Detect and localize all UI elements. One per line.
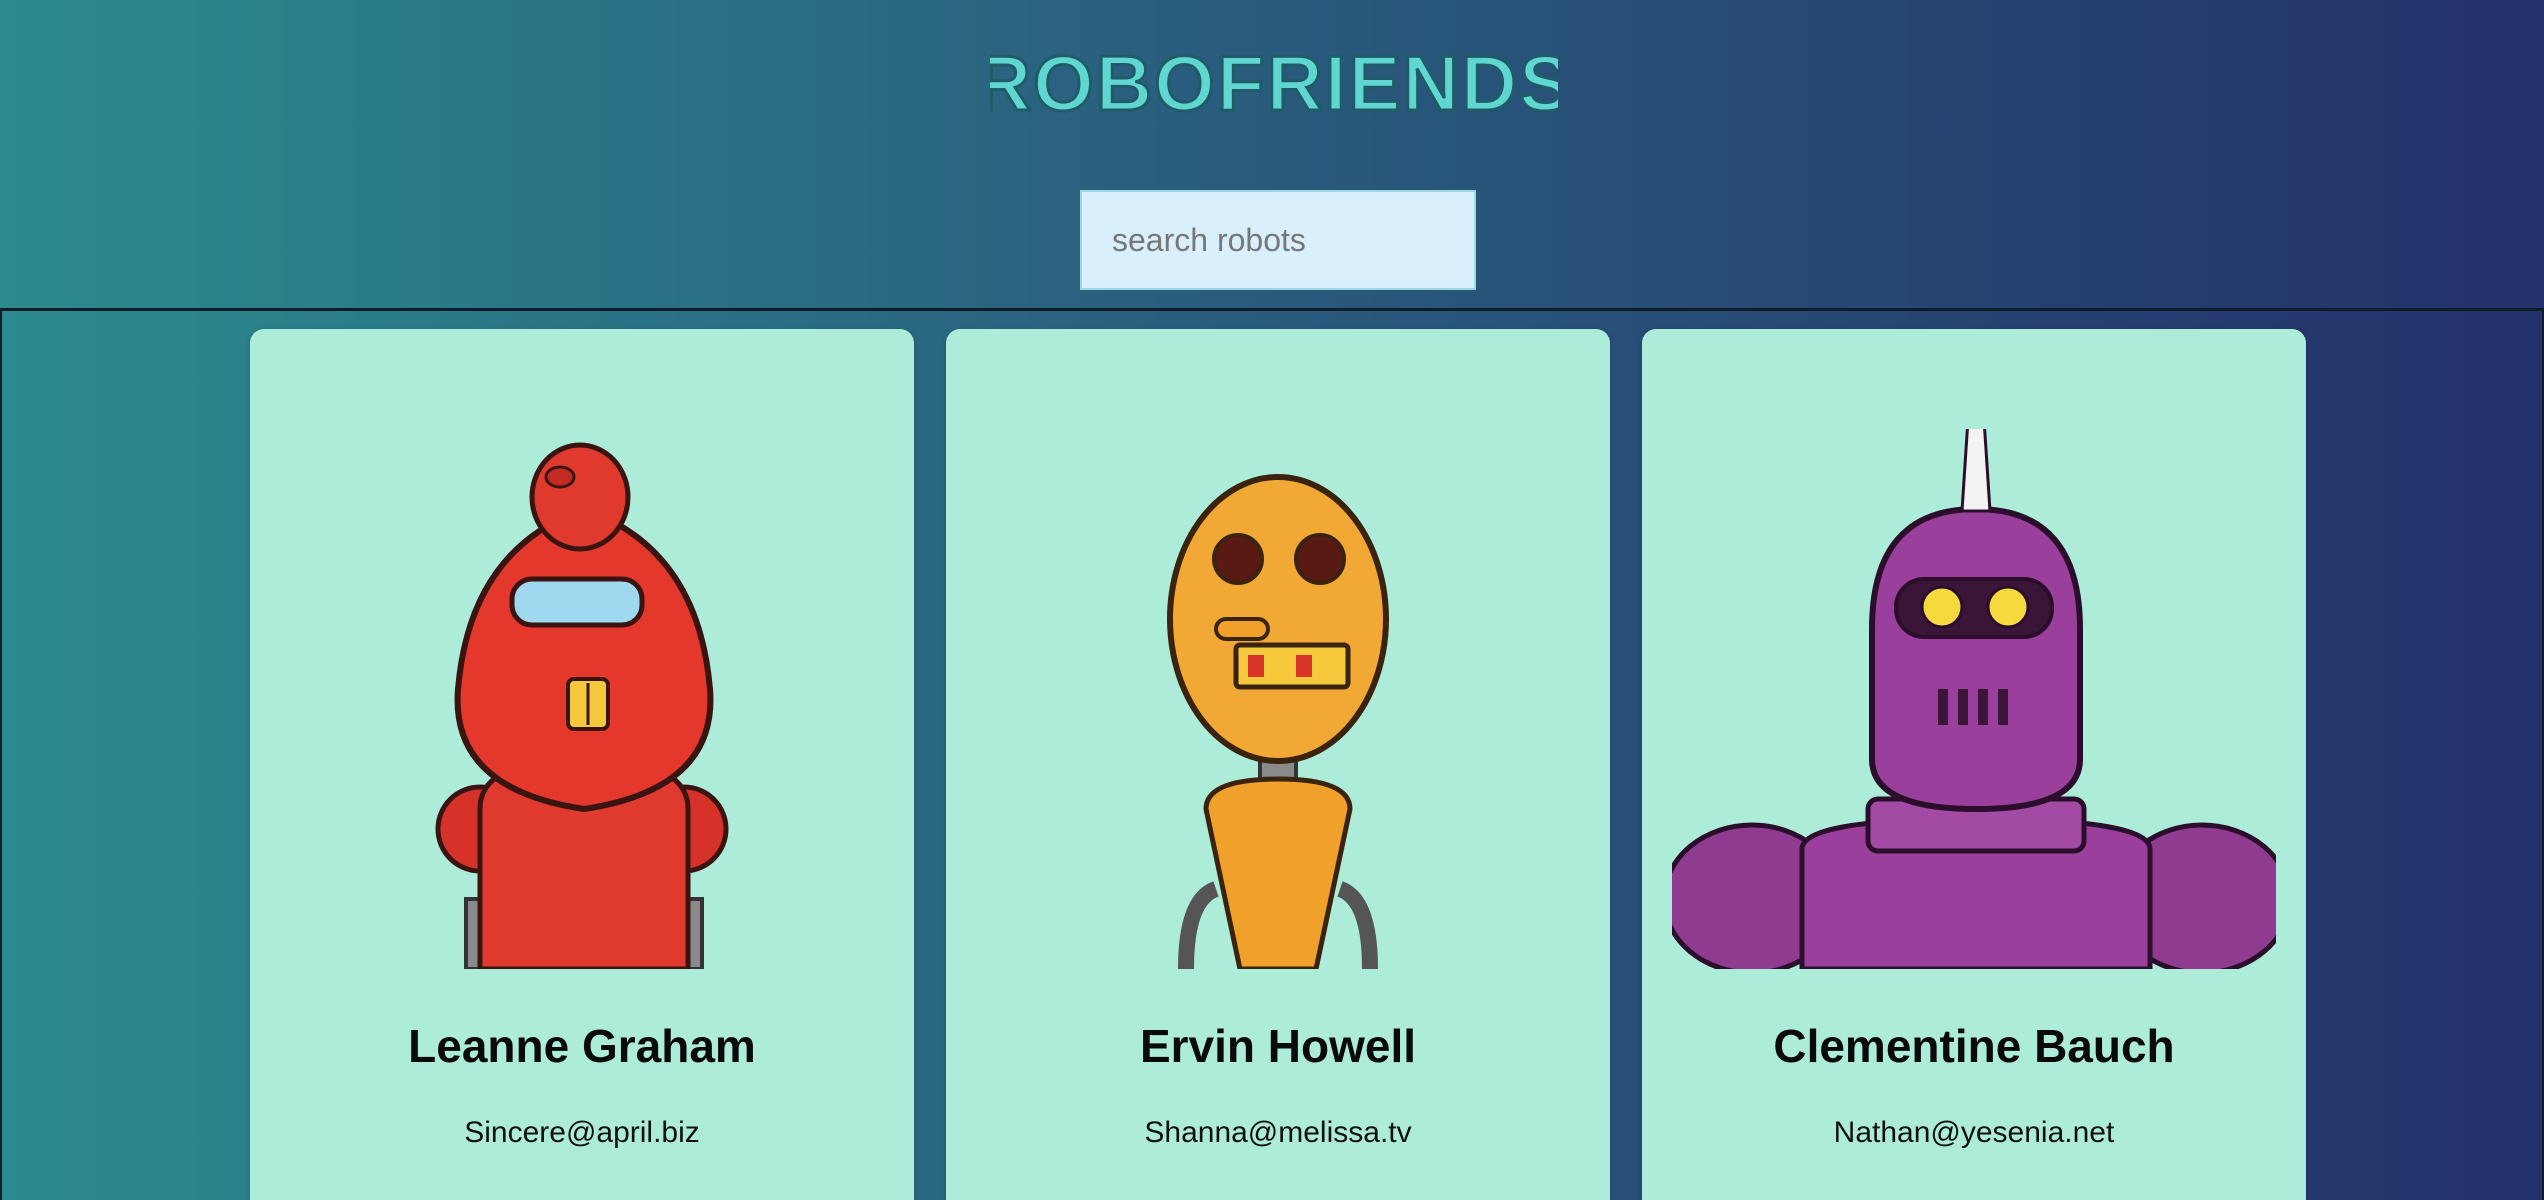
robot-card[interactable]: Clementine Bauch Nathan@yesenia.net — [1642, 329, 2306, 1200]
red-robot-icon — [435, 442, 729, 969]
purple-robot-icon — [1672, 429, 2276, 969]
robot-name: Leanne Graham — [408, 1020, 756, 1072]
robot-name: Clementine Bauch — [1773, 1020, 2175, 1072]
robot-email: Nathan@yesenia.net — [1833, 1116, 2115, 1149]
card-list: Leanne Graham Sincere@april.biz Ervin Ho… — [0, 311, 2544, 1200]
app-title: ROBOFRIENDS — [990, 39, 1558, 126]
robot-card[interactable]: Leanne Graham Sincere@april.biz — [250, 329, 914, 1200]
orange-robot-icon — [1167, 474, 1389, 969]
app-logo: ROBOFRIENDS — [990, 38, 1558, 127]
page-header: ROBOFRIENDS — [0, 0, 2544, 308]
robot-email: Sincere@april.biz — [464, 1116, 700, 1149]
robot-name: Ervin Howell — [1139, 1020, 1417, 1072]
search-input[interactable] — [1080, 190, 1476, 290]
robot-card[interactable]: Ervin Howell Shanna@melissa.tv — [946, 329, 1610, 1200]
robot-email: Shanna@melissa.tv — [1144, 1116, 1412, 1149]
